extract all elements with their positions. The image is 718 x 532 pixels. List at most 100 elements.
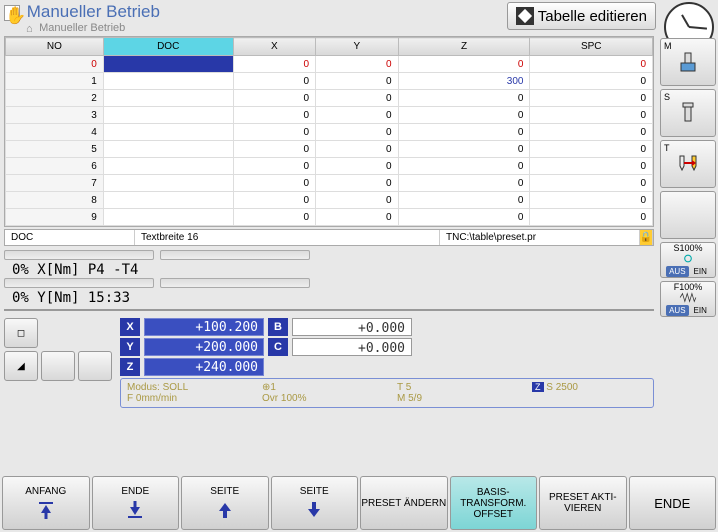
cell-x[interactable]: 0 (233, 209, 315, 226)
cell-no[interactable]: 3 (6, 107, 104, 124)
table-row[interactable]: 30000 (6, 107, 653, 124)
sk-ende2[interactable]: ENDE (629, 476, 717, 530)
cell-y[interactable]: 0 (316, 107, 398, 124)
cell-no[interactable]: 0 (6, 56, 104, 73)
cell-y[interactable]: 0 (316, 124, 398, 141)
cell-z[interactable]: 0 (398, 175, 530, 192)
select-button[interactable]: ◻ (4, 318, 38, 348)
cell-y[interactable]: 0 (316, 141, 398, 158)
sidebar-m[interactable]: M (660, 38, 716, 86)
status-line-1: 0% X[Nm] P4 -T4 (4, 262, 654, 278)
cell-x[interactable]: 0 (233, 107, 315, 124)
cell-spc[interactable]: 0 (530, 175, 653, 192)
blank-button-2[interactable] (78, 351, 112, 381)
cell-x[interactable]: 0 (233, 124, 315, 141)
cell-no[interactable]: 4 (6, 124, 104, 141)
cell-spc[interactable]: 0 (530, 73, 653, 90)
table-row[interactable]: 1003000 (6, 73, 653, 90)
cell-spc[interactable]: 0 (530, 56, 653, 73)
col-spc[interactable]: SPC (530, 38, 653, 56)
eraser-button[interactable]: ◢ (4, 351, 38, 381)
cell-doc[interactable] (103, 141, 233, 158)
col-z[interactable]: Z (398, 38, 530, 56)
cell-z[interactable]: 0 (398, 90, 530, 107)
cell-no[interactable]: 2 (6, 90, 104, 107)
table-row[interactable]: 00000 (6, 56, 653, 73)
cell-z[interactable]: 300 (398, 73, 530, 90)
sk-basis-transform[interactable]: BASIS-TRANSFORM. OFFSET (450, 476, 538, 530)
sk-preset-aktivieren[interactable]: PRESET AKTI-VIEREN (539, 476, 627, 530)
cell-spc[interactable]: 0 (530, 158, 653, 175)
col-no[interactable]: NO (6, 38, 104, 56)
table-row[interactable]: 90000 (6, 209, 653, 226)
cell-spc[interactable]: 0 (530, 141, 653, 158)
sk-ende[interactable]: ENDE (92, 476, 180, 530)
cell-no[interactable]: 9 (6, 209, 104, 226)
cell-z[interactable]: 0 (398, 192, 530, 209)
cell-x[interactable]: 0 (233, 175, 315, 192)
table-row[interactable]: 60000 (6, 158, 653, 175)
cell-no[interactable]: 7 (6, 175, 104, 192)
subtitle-text: Manueller Betrieb (39, 22, 125, 34)
sk-preset-aendern[interactable]: PRESET ÄNDERN (360, 476, 448, 530)
sidebar-blank[interactable] (660, 191, 716, 239)
sidebar-t[interactable]: T (660, 140, 716, 188)
cell-doc[interactable] (103, 175, 233, 192)
tab-edit-button[interactable]: Tabelle editieren (507, 2, 656, 30)
status-line-2: 0% Y[Nm] 15:33 (4, 290, 654, 306)
hand-icon: ✋ (4, 5, 20, 21)
cell-doc[interactable] (103, 90, 233, 107)
cell-spc[interactable]: 0 (530, 90, 653, 107)
cell-spc[interactable]: 0 (530, 107, 653, 124)
cell-no[interactable]: 6 (6, 158, 104, 175)
cell-y[interactable]: 0 (316, 90, 398, 107)
sidebar-s100[interactable]: S100% AUSEIN (660, 242, 716, 278)
cell-x[interactable]: 0 (233, 192, 315, 209)
cell-doc[interactable] (103, 73, 233, 90)
preset-table[interactable]: NODOCXYZSPC 0000010030002000030000400005… (4, 36, 654, 227)
cell-y[interactable]: 0 (316, 158, 398, 175)
cell-y[interactable]: 0 (316, 192, 398, 209)
cell-doc[interactable] (103, 124, 233, 141)
sidebar-s[interactable]: S (660, 89, 716, 137)
cell-doc[interactable] (103, 107, 233, 124)
cell-z[interactable]: 0 (398, 56, 530, 73)
cell-y[interactable]: 0 (316, 209, 398, 226)
cell-spc[interactable]: 0 (530, 124, 653, 141)
cell-x[interactable]: 0 (233, 73, 315, 90)
cell-spc[interactable]: 0 (530, 209, 653, 226)
table-row[interactable]: 70000 (6, 175, 653, 192)
cell-z[interactable]: 0 (398, 107, 530, 124)
cell-no[interactable]: 1 (6, 73, 104, 90)
cell-spc[interactable]: 0 (530, 192, 653, 209)
col-y[interactable]: Y (316, 38, 398, 56)
col-doc[interactable]: DOC (103, 38, 233, 56)
blank-button-1[interactable] (41, 351, 75, 381)
col-x[interactable]: X (233, 38, 315, 56)
cell-doc[interactable] (103, 56, 233, 73)
sk-seite-down[interactable]: SEITE (271, 476, 359, 530)
table-row[interactable]: 50000 (6, 141, 653, 158)
cell-y[interactable]: 0 (316, 175, 398, 192)
cell-no[interactable]: 8 (6, 192, 104, 209)
cell-x[interactable]: 0 (233, 56, 315, 73)
cell-z[interactable]: 0 (398, 209, 530, 226)
cell-x[interactable]: 0 (233, 158, 315, 175)
cell-z[interactable]: 0 (398, 124, 530, 141)
cell-x[interactable]: 0 (233, 90, 315, 107)
table-row[interactable]: 20000 (6, 90, 653, 107)
cell-z[interactable]: 0 (398, 158, 530, 175)
table-row[interactable]: 80000 (6, 192, 653, 209)
cell-doc[interactable] (103, 158, 233, 175)
cell-y[interactable]: 0 (316, 56, 398, 73)
cell-y[interactable]: 0 (316, 73, 398, 90)
table-row[interactable]: 40000 (6, 124, 653, 141)
sk-anfang[interactable]: ANFANG (2, 476, 90, 530)
sk-seite-up[interactable]: SEITE (181, 476, 269, 530)
cell-z[interactable]: 0 (398, 141, 530, 158)
sidebar-f100[interactable]: F100% AUSEIN (660, 281, 716, 317)
cell-doc[interactable] (103, 192, 233, 209)
cell-x[interactable]: 0 (233, 141, 315, 158)
cell-no[interactable]: 5 (6, 141, 104, 158)
cell-doc[interactable] (103, 209, 233, 226)
